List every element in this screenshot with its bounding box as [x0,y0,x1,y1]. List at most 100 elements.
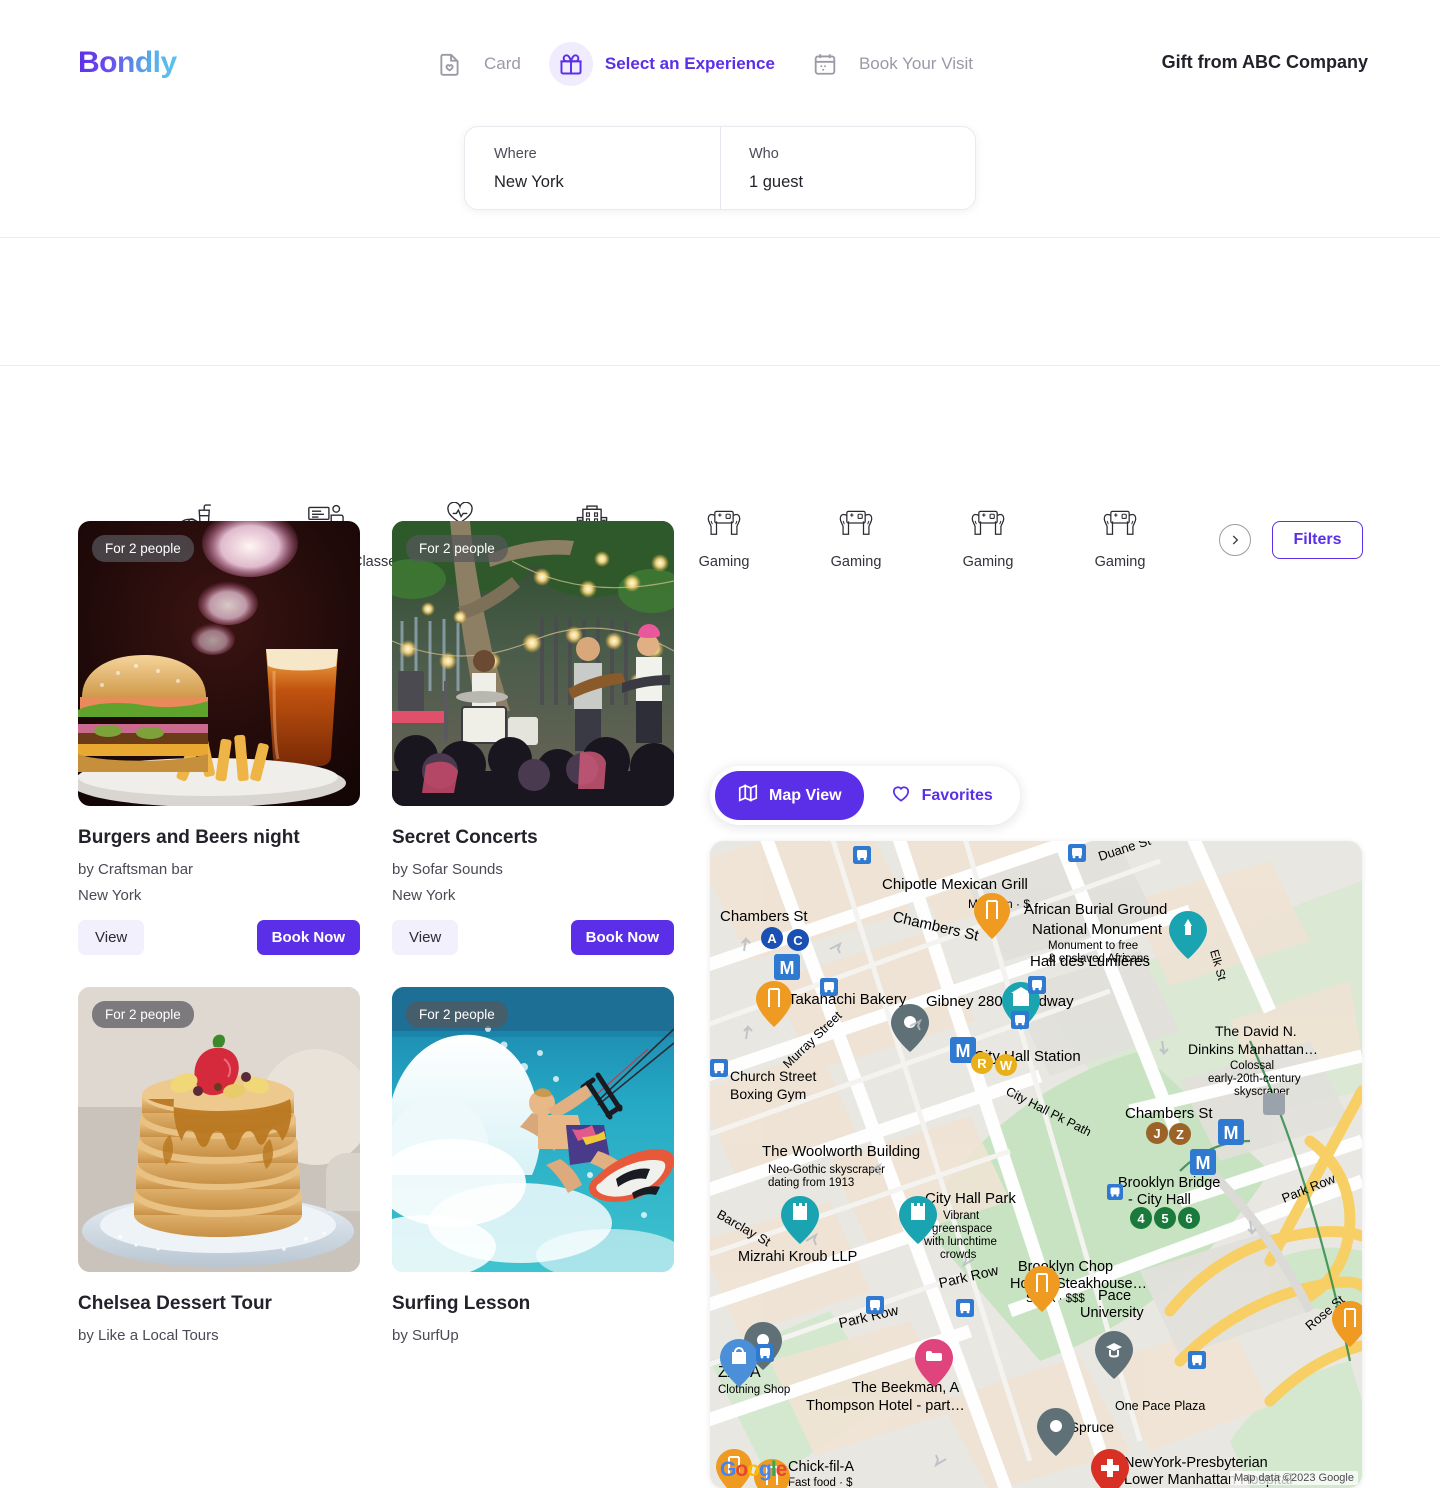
pancakes-photo [78,987,360,1272]
gaming-icon [922,500,1054,544]
card-badge: For 2 people [406,535,508,562]
subway-m-marker: M [1224,1123,1239,1143]
card-provider: by Like a Local Tours [78,1327,219,1344]
google-map-canvas: Chipotle Mexican Grill Mexican · $ Afric… [710,841,1362,1488]
category-gaming-2[interactable]: Gaming [790,500,922,570]
step-label: Card [484,54,521,73]
map-label-pace-1: Pace [1098,1288,1131,1304]
map-label-dinkins-2: Dinkins Manhattan… [1188,1041,1318,1057]
map-sub-chp-3: with lunchtime [923,1236,997,1248]
subway-line-5: 5 [1161,1211,1168,1226]
brand-logo[interactable]: Bondly [78,46,177,80]
category-label: Gaming [1094,554,1146,570]
map-label-beekman-2: Thompson Hotel - part… [806,1398,965,1414]
map-label-takahachi: Takahachi Bakery [788,991,907,1008]
map-label-pace-2: University [1080,1305,1144,1321]
step-label: Book Your Visit [858,54,973,73]
step-book-visit[interactable]: Book Your Visit [803,42,1001,86]
card-image: For 2 people [78,987,360,1272]
card-badge: For 2 people [406,1001,508,1028]
view-button[interactable]: View [392,920,459,955]
category-gaming-3[interactable]: Gaming [922,500,1054,570]
map-label-dinkins-1: The David N. [1215,1023,1297,1039]
search-where-value: New York [494,173,564,191]
search-bar: Where New York Who 1 guest [464,126,976,210]
search-where-label: Where [494,146,537,162]
subway-line-6: 6 [1185,1211,1192,1226]
map-sub-zara: Clothing Shop [718,1384,790,1396]
gift-icon [548,42,593,86]
category-gaming-4[interactable]: Gaming [1054,500,1186,570]
step-select-experience[interactable]: Select an Experience [548,42,803,86]
experience-card[interactable]: For 2 people Surfing Lesson by SurfUp [392,987,674,1344]
subway-line-w: W [1000,1058,1013,1073]
gaming-icon [1054,500,1186,544]
category-next-button[interactable] [1219,524,1251,556]
map-label-chambers-st-right: Chambers St [1125,1105,1213,1122]
card-actions: View Book Now [78,920,360,955]
category-label: Gaming [962,554,1014,570]
map-attribution: Map data ©2023 Google [1229,1471,1358,1485]
map-label-chickfila: Chick-fil-A [788,1459,854,1475]
map-sub-woolworth-1: Neo-Gothic skyscraper [768,1164,885,1176]
card-badge: For 2 people [92,535,194,562]
subway-line-j: J [1153,1126,1160,1141]
book-now-button[interactable]: Book Now [570,920,674,955]
subway-line-c: C [793,933,803,948]
view-button[interactable]: View [78,920,145,955]
favorites-button[interactable]: Favorites [868,771,1015,820]
app-header: Bondly Card Select an Experience Book Yo… [0,0,1440,238]
step-card[interactable]: Card [428,42,549,86]
map-label-chipotle: Chipotle Mexican Grill [882,876,1028,893]
chevron-right-icon [1232,535,1239,545]
map-sub-african-burial-1: Monument to free [1048,940,1138,952]
map-sub-chp-4: crowds [940,1249,977,1261]
search-where-field[interactable]: Where New York [465,127,720,209]
card-provider: by Sofar Sounds [392,861,503,878]
card-title: Surfing Lesson [392,1293,531,1314]
category-label: Gaming [698,554,750,570]
google-logo: Google [720,1458,787,1481]
card-provider: by SurfUp [392,1327,459,1344]
map-label-gibney: Gibney 280 Broadway [926,993,1074,1010]
card-city: New York [392,887,456,904]
category-bar: Food and Drink Workshops & Classes [0,238,1440,570]
map-sub-chp-1: Vibrant [943,1210,980,1222]
view-toggle: Map View Favorites [710,766,1020,825]
map-label-church-st-gym-1: Church Street [730,1068,816,1084]
step-nav: Card Select an Experience Book Your Visi… [428,42,1001,86]
map-label-hall-des-lumieres: Hall des Lumières [1030,953,1150,970]
surfing-photo [392,987,674,1272]
category-label: Gaming [830,554,882,570]
calendar-icon [803,42,847,86]
map-sub-chickfila: Fast food · $ [788,1477,853,1488]
map-sub-woolworth-2: dating from 1913 [768,1177,854,1189]
book-now-button[interactable]: Book Now [256,920,360,955]
subway-line-z: Z [1176,1127,1184,1142]
experience-card[interactable]: For 2 people Burgers and Beers night by … [78,521,360,955]
search-who-field[interactable]: Who 1 guest [720,127,975,209]
card-title: Chelsea Dessert Tour [78,1293,272,1314]
filters-button[interactable]: Filters [1272,521,1363,559]
map-label-brooklyn-bridge-1: Brooklyn Bridge [1118,1175,1220,1191]
category-gaming-1[interactable]: Gaming [658,500,790,570]
card-title: Secret Concerts [392,827,538,848]
map-label-mizrahi: Mizrahi Kroub LLP [738,1249,857,1265]
map-label-african-burial-1: African Burial Ground [1024,901,1167,918]
experience-card[interactable]: For 2 people Secret Concerts by Sofar So… [392,521,674,955]
favorites-label: Favorites [921,786,993,804]
map-label-nyp-1: NewYork-Presbyterian [1124,1455,1268,1471]
map-label-brooklyn-bridge-2: - City Hall [1128,1192,1191,1208]
outdoor-concert-photo [392,521,674,806]
card-badge: For 2 people [92,1001,194,1028]
experience-card[interactable]: For 2 people Chelsea Dessert Tour by Lik… [78,987,360,1344]
subway-m-marker: M [956,1041,971,1061]
card-actions: View Book Now [392,920,674,955]
map-view-button[interactable]: Map View [715,771,864,820]
search-who-label: Who [749,146,779,162]
step-label: Select an Experience [604,54,775,73]
heart-icon [890,782,912,809]
card-image: For 2 people [392,987,674,1272]
card-image: For 2 people [392,521,674,806]
map-panel[interactable]: Chipotle Mexican Grill Mexican · $ Afric… [710,841,1362,1488]
